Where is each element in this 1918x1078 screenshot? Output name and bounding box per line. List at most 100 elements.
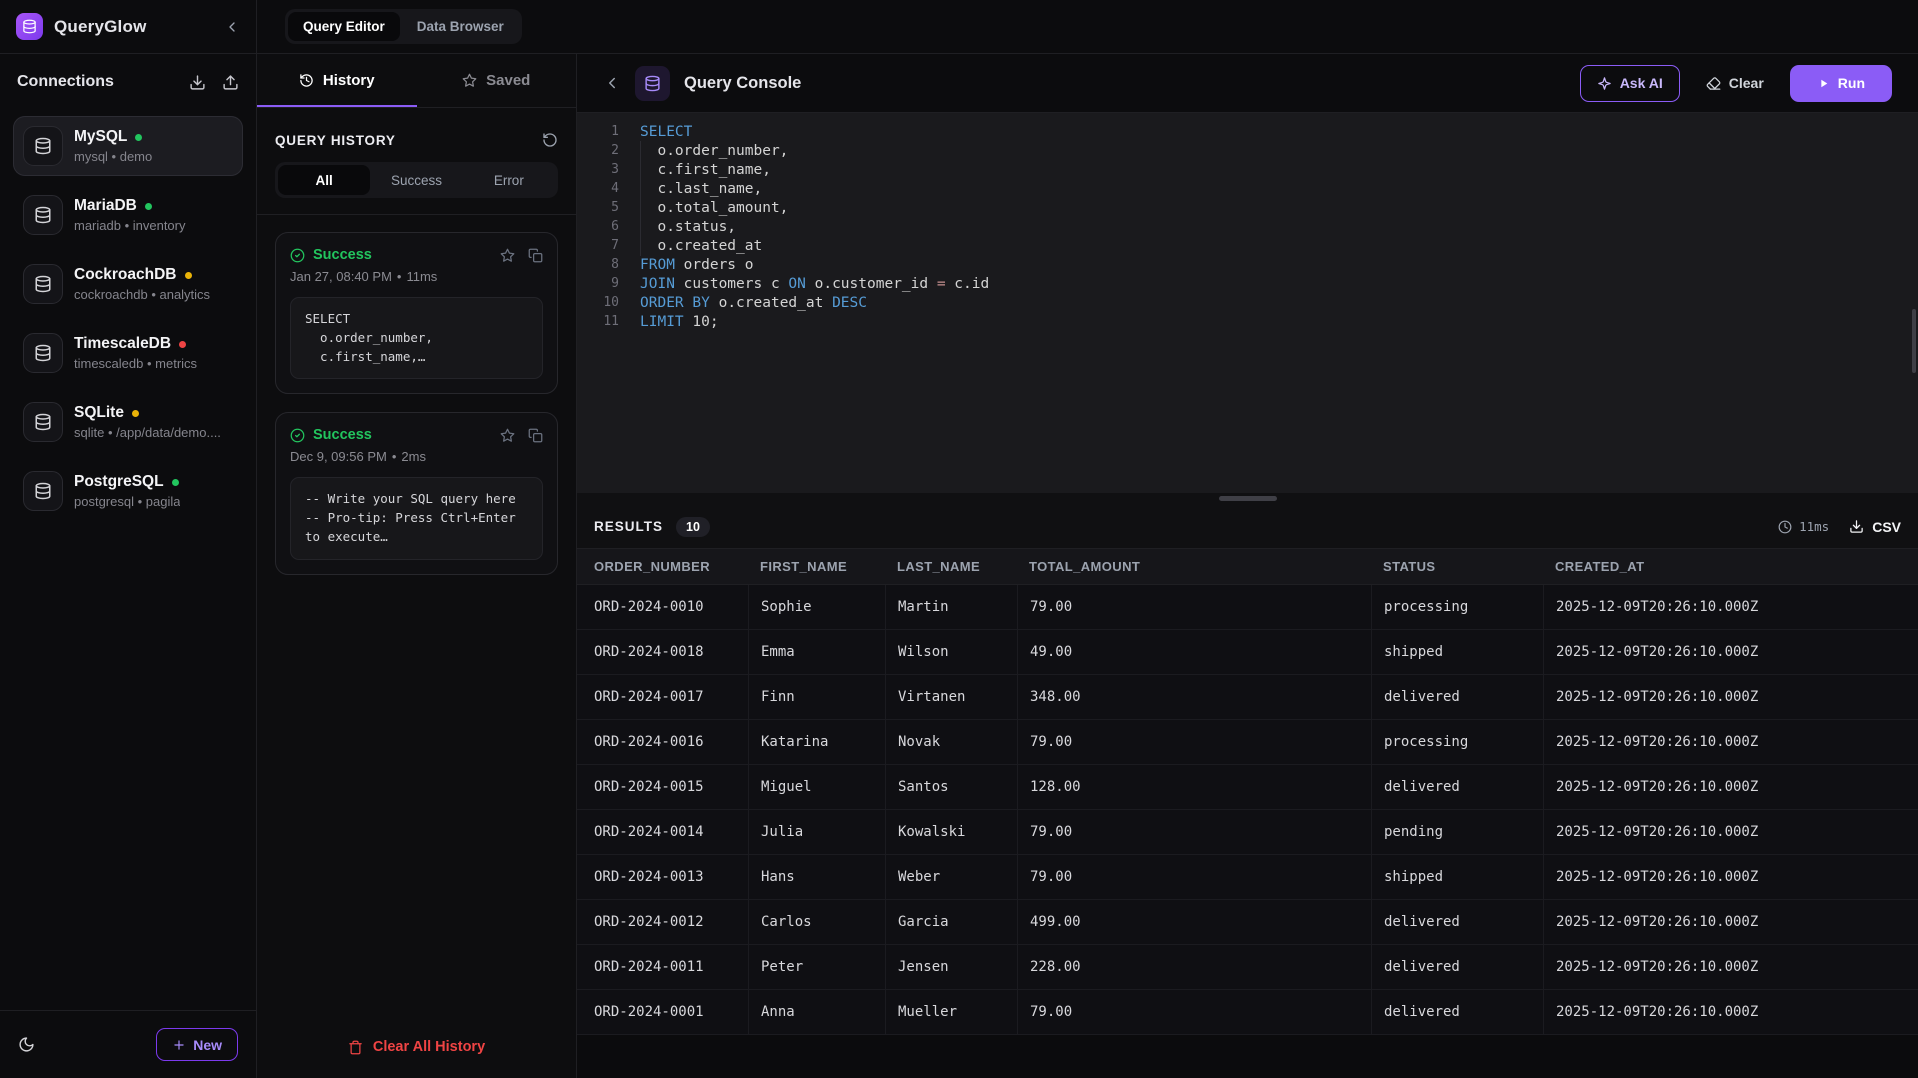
sql-editor-line: 7 o.created_at	[577, 236, 1918, 255]
panel-resize-handle[interactable]	[1219, 496, 1277, 501]
sql-code-text: LIMIT 10;	[640, 314, 719, 330]
history-filter-error[interactable]: Error	[463, 165, 555, 195]
theme-toggle-button[interactable]	[18, 1036, 35, 1053]
table-cell: Hans	[748, 855, 885, 899]
sql-code-text: o.total_amount,	[640, 200, 788, 216]
connection-item-timescaledb[interactable]: TimescaleDB timescaledb • metrics	[13, 323, 243, 383]
tab-history[interactable]: History	[257, 54, 417, 107]
sql-editor-line: 4 c.last_name,	[577, 179, 1918, 198]
table-cell: 79.00	[1017, 990, 1371, 1034]
database-icon	[23, 195, 63, 235]
table-cell: 2025-12-09T20:26:10.000Z	[1543, 675, 1918, 719]
editor-scrollbar-thumb[interactable]	[1912, 309, 1916, 373]
brand-header: QueryGlow	[0, 0, 257, 54]
mode-tab-query-editor[interactable]: Query Editor	[288, 12, 400, 41]
sidebar-collapse-button[interactable]	[224, 19, 240, 35]
table-cell: shipped	[1371, 630, 1543, 674]
database-icon	[23, 264, 63, 304]
table-cell: delivered	[1371, 900, 1543, 944]
clear-editor-button[interactable]: Clear	[1694, 65, 1776, 102]
table-cell: 79.00	[1017, 720, 1371, 764]
connection-item-mysql[interactable]: MySQL mysql • demo	[13, 116, 243, 176]
connection-item-mariadb[interactable]: MariaDB mariadb • inventory	[13, 185, 243, 245]
query-duration-value: 11ms	[1799, 519, 1829, 534]
table-cell: 2025-12-09T20:26:10.000Z	[1543, 720, 1918, 764]
connection-item-sqlite[interactable]: SQLite sqlite • /app/data/demo....	[13, 392, 243, 452]
sql-code-text: FROM orders o	[640, 257, 754, 273]
connection-name: MySQL	[74, 128, 127, 146]
table-row[interactable]: ORD-2024-0015MiguelSantos128.00delivered…	[577, 765, 1918, 810]
copy-icon[interactable]	[528, 428, 543, 443]
history-panel-tab-label: Saved	[486, 72, 530, 89]
table-row[interactable]: ORD-2024-0014JuliaKowalski79.00pending20…	[577, 810, 1918, 855]
table-row[interactable]: ORD-2024-0010SophieMartin79.00processing…	[577, 585, 1918, 630]
connection-item-cockroachdb[interactable]: CockroachDB cockroachdb • analytics	[13, 254, 243, 314]
history-filter-success[interactable]: Success	[370, 165, 462, 195]
table-row[interactable]: ORD-2024-0011PeterJensen228.00delivered2…	[577, 945, 1918, 990]
ask-ai-button[interactable]: Ask AI	[1580, 65, 1680, 102]
panel-resize-strip	[577, 493, 1918, 505]
connection-subtitle: timescaledb • metrics	[74, 356, 197, 371]
query-duration: 11ms	[1778, 519, 1829, 534]
star-icon[interactable]	[500, 248, 515, 263]
back-button[interactable]	[603, 74, 621, 92]
sql-editor[interactable]: 1SELECT2 o.order_number,3 c.first_name,4…	[577, 113, 1918, 493]
table-cell: 2025-12-09T20:26:10.000Z	[1543, 585, 1918, 629]
mode-tab-label: Data Browser	[417, 19, 504, 34]
connection-name: MariaDB	[74, 197, 137, 215]
table-cell: ORD-2024-0010	[577, 585, 748, 629]
connection-status-dot	[132, 410, 139, 417]
table-cell: ORD-2024-0011	[577, 945, 748, 989]
table-cell: Wilson	[885, 630, 1017, 674]
play-icon	[1817, 77, 1830, 90]
clock-history-icon	[299, 73, 314, 88]
table-row[interactable]: ORD-2024-0017FinnVirtanen348.00delivered…	[577, 675, 1918, 720]
table-cell: ORD-2024-0012	[577, 900, 748, 944]
table-row[interactable]: ORD-2024-0016KatarinaNovak79.00processin…	[577, 720, 1918, 765]
refresh-history-button[interactable]	[542, 132, 558, 148]
connection-name: SQLite	[74, 404, 124, 422]
tab-saved[interactable]: Saved	[417, 54, 577, 107]
sql-editor-line: 3 c.first_name,	[577, 160, 1918, 179]
table-cell: Weber	[885, 855, 1017, 899]
app-root: QueryGlow Query Editor Data Browser Conne…	[0, 0, 1918, 1078]
table-row[interactable]: ORD-2024-0013HansWeber79.00shipped2025-1…	[577, 855, 1918, 900]
star-icon[interactable]	[500, 428, 515, 443]
main-area: Query Console Ask AI Clear Run 1SELECT2 …	[577, 54, 1918, 1078]
new-connection-button[interactable]: New	[156, 1028, 238, 1061]
query-history-header: QUERY HISTORY	[257, 108, 576, 162]
table-cell: Mueller	[885, 990, 1017, 1034]
import-connections-button[interactable]	[189, 74, 206, 91]
copy-icon[interactable]	[528, 248, 543, 263]
clear-all-history-button[interactable]: Clear All History	[257, 1016, 576, 1078]
history-filter-label: Success	[391, 173, 442, 188]
export-connections-button[interactable]	[222, 74, 239, 91]
table-row[interactable]: ORD-2024-0012CarlosGarcia499.00delivered…	[577, 900, 1918, 945]
table-cell: ORD-2024-0014	[577, 810, 748, 854]
table-cell: Kowalski	[885, 810, 1017, 854]
table-cell: 79.00	[1017, 855, 1371, 899]
plus-icon	[172, 1038, 186, 1052]
rotate-ccw-icon	[542, 132, 558, 148]
line-number: 8	[577, 257, 640, 272]
database-icon	[23, 126, 63, 166]
history-card-sql-preview: SELECT o.order_number, c.first_name,…	[290, 297, 543, 379]
mode-tab-data-browser[interactable]: Data Browser	[402, 12, 519, 41]
history-card[interactable]: Success Dec 9, 09:56 PM•2ms -- Write you…	[275, 412, 558, 574]
history-filter-all[interactable]: All	[278, 165, 370, 195]
history-card[interactable]: Success Jan 27, 08:40 PM•11ms SELECT o.o…	[275, 232, 558, 394]
history-card-status: Success	[313, 247, 372, 263]
line-number: 3	[577, 162, 640, 177]
sql-code-text: SELECT	[640, 124, 692, 140]
run-query-button[interactable]: Run	[1790, 65, 1892, 102]
table-row[interactable]: ORD-2024-0001AnnaMueller79.00delivered20…	[577, 990, 1918, 1035]
connection-item-postgresql[interactable]: PostgreSQL postgresql • pagila	[13, 461, 243, 521]
table-cell: Peter	[748, 945, 885, 989]
column-header-status: STATUS	[1371, 549, 1543, 584]
connections-header: Connections	[0, 54, 256, 110]
table-row[interactable]: ORD-2024-0018EmmaWilson49.00shipped2025-…	[577, 630, 1918, 675]
query-console-header: Query Console Ask AI Clear Run	[577, 54, 1918, 113]
export-csv-button[interactable]: CSV	[1849, 519, 1901, 535]
connection-status-dot	[145, 203, 152, 210]
clear-all-history-label: Clear All History	[373, 1039, 485, 1055]
